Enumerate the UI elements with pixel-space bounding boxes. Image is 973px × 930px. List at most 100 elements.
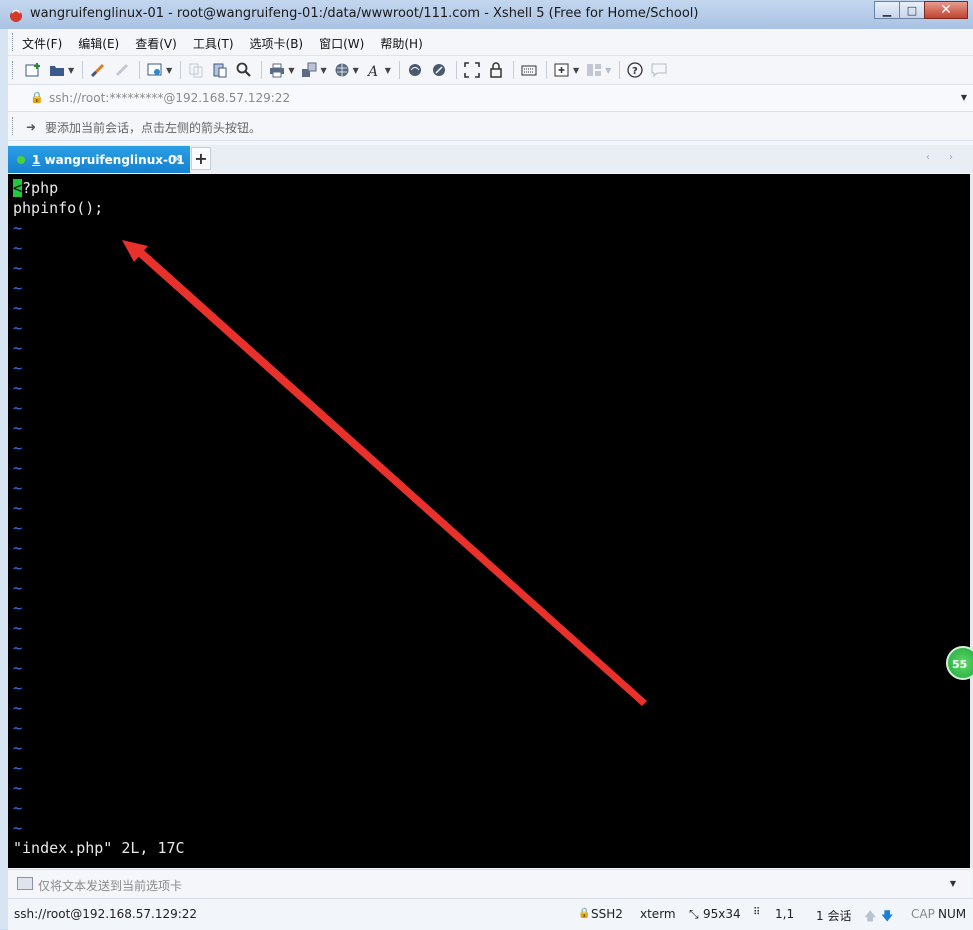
session-hint-bar: ➜ 要添加当前会话，点击左侧的箭头按钮。 [8,112,973,141]
chevron-down-icon[interactable]: ▼ [961,93,967,102]
toolbar-separator [455,61,457,79]
arrow-up-icon[interactable]: 🡅 [864,907,876,928]
address-field[interactable]: ssh://root:*********@192.168.57.129:22 [49,91,290,105]
menu-edit[interactable]: 编辑(E) [78,35,119,52]
paste-icon[interactable] [211,61,229,79]
status-protocol: SSH2 [591,907,623,921]
open-folder-icon[interactable] [48,61,66,79]
resize-icon: ⤡ [689,907,699,921]
send-text-placeholder[interactable]: 仅将文本发送到当前选项卡 [38,877,182,894]
keyboard-icon[interactable] [520,61,538,79]
status-sessions: 1 会话 [816,909,852,923]
send-text-bar[interactable]: 仅将文本发送到当前选项卡 ▼ [8,869,970,898]
status-bar: ssh://root@192.168.57.129:22 🔒 SSH2 xter… [8,898,973,930]
minimize-icon: ▁ [882,3,892,17]
status-size: 95x34 [703,907,741,921]
status-terminal-type: xterm [640,907,676,921]
toolbar-separator [545,61,547,79]
menu-bar: 文件(F) 编辑(E) 查看(V) 工具(T) 选项卡(B) 窗口(W) 帮助(… [8,29,973,56]
keyboard-send-icon [17,877,33,890]
close-icon: ✕ [940,2,952,18]
lock-icon: 🔒 [30,91,44,104]
cursor-position-icon: ⠿ [753,907,761,918]
chevron-down-icon[interactable]: ▼ [288,66,294,75]
window-title: wangruifenglinux-01 - root@wangruifeng-0… [30,6,699,21]
help-icon[interactable]: ? [626,61,644,79]
new-session-icon[interactable] [24,61,42,79]
xshell-app-icon [10,9,22,22]
menu-view[interactable]: 查看(V) [135,35,177,52]
disconnect-icon [113,61,131,79]
status-num: NUM [938,907,967,921]
address-bar[interactable]: 🔒 ssh://root:*********@192.168.57.129:22… [8,85,973,112]
toolbar-separator [139,61,141,79]
find-icon[interactable] [235,61,253,79]
chevron-down-icon[interactable]: ▼ [353,66,359,75]
fullscreen-icon[interactable] [463,61,481,79]
status-cap: CAP [911,907,935,921]
layout-icon [585,61,603,79]
chevron-down-icon: ▼ [605,65,612,75]
lock-icon[interactable] [487,61,505,79]
chevron-down-icon[interactable]: ▼ [68,66,74,75]
hint-grip[interactable] [12,117,16,135]
globe-icon[interactable] [333,61,351,79]
toolbar-separator [180,61,182,79]
hint-text: 要添加当前会话，点击左侧的箭头按钮。 [45,121,262,135]
toolbar-separator [261,61,263,79]
menu-window[interactable]: 窗口(W) [319,35,364,52]
status-connection: ssh://root@192.168.57.129:22 [14,907,198,921]
annotation-arrow [122,240,647,706]
font-icon[interactable]: A [365,61,383,79]
status-position: 1,1 [775,907,795,921]
new-tab-button[interactable]: + [191,147,211,170]
chevron-down-icon[interactable]: ▼ [320,66,326,75]
menu-help[interactable]: 帮助(H) [380,35,422,52]
chevron-down-icon[interactable]: ▼ [166,66,172,75]
menu-tools[interactable]: 工具(T) [193,35,234,52]
toolbar-separator [619,61,621,79]
chevron-down-icon[interactable]: ▼ [573,66,579,75]
close-button[interactable]: ✕ [924,1,968,19]
connected-status-icon [17,156,25,164]
menu-file[interactable]: 文件(F) [22,35,62,52]
transfer-icon[interactable] [300,61,318,79]
chevron-down-icon[interactable]: ▼ [385,66,391,75]
svg-text:A: A [366,64,378,78]
toolbar-separator [512,61,514,79]
chevron-down-icon[interactable]: ▼ [950,879,956,888]
print-icon[interactable] [268,61,286,79]
xmanager-icon[interactable] [430,61,448,79]
lock-icon: 🔒 [578,908,591,919]
tab-bar: 1 wangruifenglinux-01 × + ‹ › [8,145,973,173]
add-icon[interactable] [553,61,571,79]
toolbar-separator [82,61,84,79]
xftp-icon[interactable] [406,61,424,79]
tab-scroll-arrows[interactable]: ‹ › [926,152,961,163]
window-controls: ▁ □ ✕ [874,1,968,19]
arrow-down-icon[interactable]: 🡇 [881,907,893,928]
menu-tabs[interactable]: 选项卡(B) [250,35,304,52]
menu-grip[interactable] [12,33,16,51]
maximize-icon: □ [906,3,918,17]
tab-label: 1 wangruifenglinux-01 [32,153,185,167]
xshell-window: wangruifenglinux-01 - root@wangruifeng-0… [0,0,973,930]
reconnect-icon[interactable] [89,61,107,79]
svg-text:?: ? [632,66,638,77]
terminal-screen[interactable]: <?php phpinfo(); ~ ~ ~ ~ ~ ~ ~ ~ ~ ~ ~ ~ ~ ~ ~ ~ ~ ~ ~ ~ ~ ~ ~… [8,174,970,868]
arrow-add-session-icon[interactable]: ➜ [26,120,36,134]
tab-title: wangruifenglinux-01 [40,153,185,167]
tab-session-1[interactable]: 1 wangruifenglinux-01 × [8,146,190,173]
title-bar[interactable]: wangruifenglinux-01 - root@wangruifeng-0… [0,0,973,29]
properties-icon[interactable] [146,61,164,79]
copy-icon [187,61,205,79]
maximize-button[interactable]: □ [899,1,925,19]
toolbar-grip[interactable] [12,61,16,79]
window-body: 文件(F) 编辑(E) 查看(V) 工具(T) 选项卡(B) 窗口(W) 帮助(… [8,29,973,930]
chat-icon [650,61,668,79]
minimize-button[interactable]: ▁ [874,1,900,19]
toolbar: ▼ ▼ ▼ ▼ ▼ A ▼ ▼ ▼ ? [8,56,973,85]
toolbar-separator [398,61,400,79]
floating-badge[interactable]: 55 [946,646,973,680]
tab-close-icon[interactable]: × [172,152,183,167]
